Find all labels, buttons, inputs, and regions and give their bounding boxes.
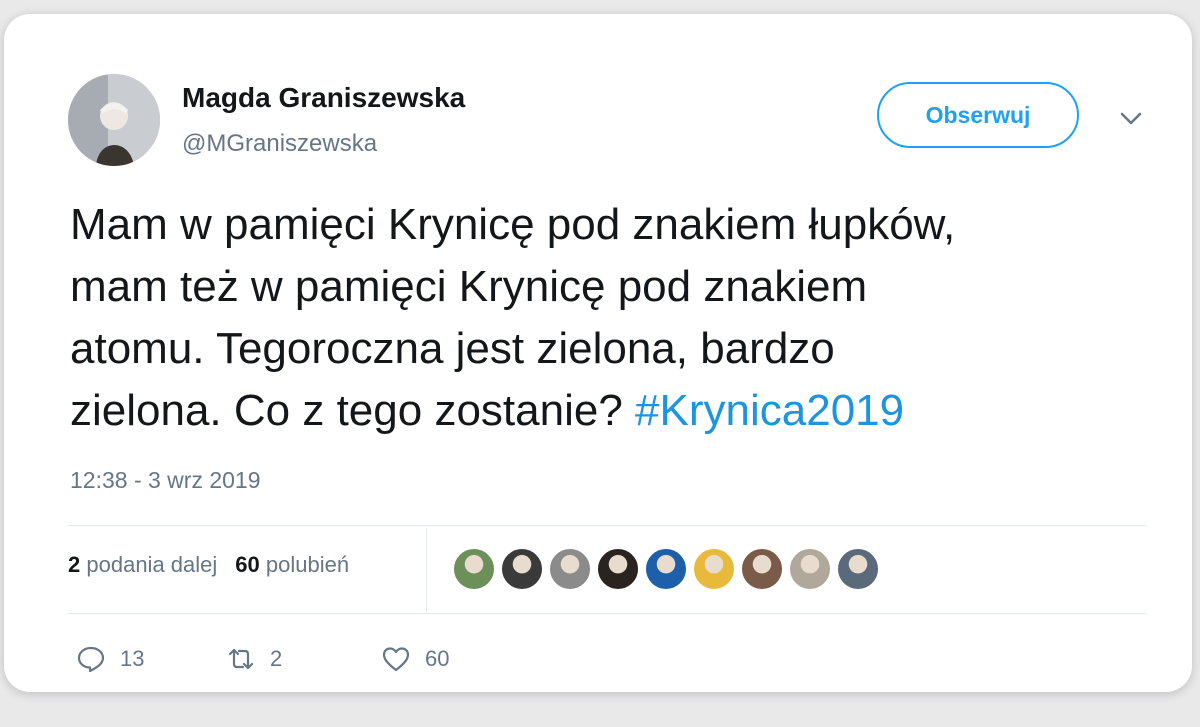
tweet-text: Mam w pamięci Krynicę pod znakiem łupków… [70,194,1150,442]
avatar[interactable] [68,74,160,166]
follow-button[interactable]: Obserwuj [877,82,1079,148]
divider-top [68,525,1146,526]
liker-avatar[interactable] [692,547,736,591]
retweet-button[interactable]: 2 [226,644,381,674]
liker-avatar[interactable] [644,547,688,591]
retweets-stat-count: 2 [68,552,81,577]
divider-bottom [68,613,1146,614]
stats-separator [426,528,427,612]
like-count: 60 [425,646,450,671]
retweets-stat[interactable]: 2 podania dalej [68,552,217,578]
engagement-stats: 2 podania dalej 60 polubień [68,552,349,578]
liker-avatar[interactable] [596,547,640,591]
liker-avatar[interactable] [452,547,496,591]
user-name[interactable]: Magda Graniszewska [182,82,465,114]
liker-avatar[interactable] [500,547,544,591]
likes-stat-label: polubień [265,552,350,577]
liker-avatar[interactable] [740,547,784,591]
heart-icon [382,647,410,672]
likes-stat-count: 60 [235,552,260,577]
liker-avatar[interactable] [836,547,880,591]
reply-icon [77,646,105,673]
likes-stat[interactable]: 60 polubień [235,552,349,578]
user-handle[interactable]: @MGraniszewska [182,130,377,158]
hashtag-link[interactable]: #Krynica2019 [635,386,904,435]
retweets-stat-label: podania dalej [86,552,218,577]
retweet-icon [228,648,254,670]
like-button[interactable]: 60 [381,644,449,674]
avatar-image [68,74,160,166]
liker-avatar[interactable] [788,547,832,591]
tweet-card: Magda Graniszewska @MGraniszewska Obserw… [4,14,1192,692]
reply-button[interactable]: 13 [76,644,226,674]
liker-avatars [452,547,880,591]
retweet-count: 2 [270,646,283,671]
liker-avatar[interactable] [548,547,592,591]
chevron-down-icon[interactable] [1116,106,1146,130]
reply-count: 13 [120,646,145,671]
tweet-actions: 13 2 60 [76,644,449,674]
tweet-timestamp[interactable]: 12:38 - 3 wrz 2019 [70,467,261,494]
